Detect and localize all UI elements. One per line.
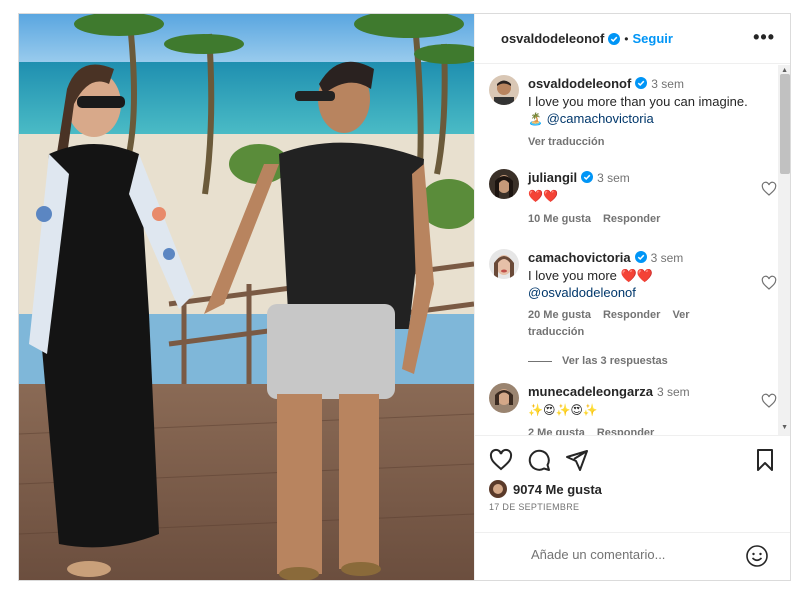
comments-list: osvaldodeleonof 3 sem I love you more tha…	[475, 65, 790, 435]
comment-username[interactable]: camachovictoria	[528, 250, 631, 265]
post-details-panel: osvaldodeleonof • Seguir ••• osvaldodele…	[474, 14, 790, 580]
comment-likes[interactable]: 20 Me gusta	[528, 309, 591, 321]
caption-mention[interactable]: @camachovictoria	[547, 111, 654, 126]
post-modal: osvaldodeleonof • Seguir ••• osvaldodele…	[18, 13, 791, 581]
comment-likes[interactable]: 2 Me gusta	[528, 427, 585, 435]
post-actions: 9074 Me gusta 17 DE SEPTIEMBRE	[475, 435, 790, 580]
verified-badge-icon	[581, 171, 594, 183]
comment-time[interactable]: 3 sem	[657, 385, 690, 399]
reply-button[interactable]: Responder	[603, 213, 660, 225]
emoji-picker-icon[interactable]	[745, 544, 769, 568]
replies-divider	[528, 360, 552, 362]
bookmark-icon[interactable]	[753, 448, 777, 472]
comment-time[interactable]: 3 sem	[597, 171, 630, 185]
avatar[interactable]	[489, 249, 519, 279]
heart-icon[interactable]	[761, 181, 777, 197]
view-replies-button[interactable]: Ver las 3 respuestas	[528, 355, 668, 367]
comment-input[interactable]	[531, 547, 731, 562]
comment-username[interactable]: juliangil	[528, 170, 577, 185]
share-icon[interactable]	[565, 448, 589, 472]
caption-text: I love you more than you can imagine.	[528, 94, 748, 109]
comment-likes[interactable]: 10 Me gusta	[528, 213, 591, 225]
avatar[interactable]	[489, 75, 519, 105]
heart-icon[interactable]	[761, 393, 777, 409]
like-count[interactable]: 9074 Me gusta	[513, 482, 602, 497]
island-emoji-icon: 🏝️	[528, 112, 543, 126]
verified-badge-icon	[608, 32, 621, 45]
separator-dot: •	[624, 31, 629, 46]
post-photo[interactable]	[19, 14, 474, 580]
caption-time[interactable]: 3 sem	[651, 77, 684, 91]
view-replies-label[interactable]: Ver las 3 respuestas	[562, 355, 668, 367]
avatar[interactable]	[489, 383, 519, 413]
follow-button[interactable]: Seguir	[633, 31, 673, 46]
verified-badge-icon	[634, 251, 647, 263]
comment-icon[interactable]	[527, 448, 551, 472]
add-comment-bar	[475, 532, 790, 580]
post-header: osvaldodeleonof • Seguir •••	[475, 14, 790, 64]
comment-mention[interactable]: @osvaldodeleonof	[528, 285, 636, 300]
beach-couple-image	[19, 14, 474, 580]
reply-button[interactable]: Responder	[603, 309, 660, 321]
scroll-down-arrow-icon[interactable]: ▼	[781, 424, 788, 431]
more-options-icon[interactable]: •••	[753, 27, 775, 48]
see-translation-link[interactable]: Ver traducción	[528, 136, 604, 148]
comment-text: I love you more ❤️❤️	[528, 268, 653, 283]
liker-avatar	[489, 480, 507, 498]
scrollbar-thumb[interactable]	[780, 74, 790, 174]
scroll-up-arrow-icon[interactable]: ▲	[781, 67, 788, 74]
author-username[interactable]: osvaldodeleonof	[501, 31, 604, 46]
verified-badge-icon	[635, 77, 648, 89]
heart-icon[interactable]	[761, 275, 777, 291]
comment-time[interactable]: 3 sem	[651, 251, 684, 265]
like-heart-icon[interactable]	[489, 448, 513, 472]
comment-username[interactable]: munecadeleongarza	[528, 384, 653, 399]
caption-username[interactable]: osvaldodeleonof	[528, 76, 631, 91]
comment-text: ✨😍✨😍✨	[528, 403, 598, 417]
comment-text: ❤️❤️	[528, 189, 558, 203]
post-date: 17 DE SEPTIEMBRE	[489, 502, 580, 512]
reply-button[interactable]: Responder	[597, 427, 654, 435]
avatar[interactable]	[489, 169, 519, 199]
likes-summary[interactable]: 9074 Me gusta	[489, 480, 602, 498]
